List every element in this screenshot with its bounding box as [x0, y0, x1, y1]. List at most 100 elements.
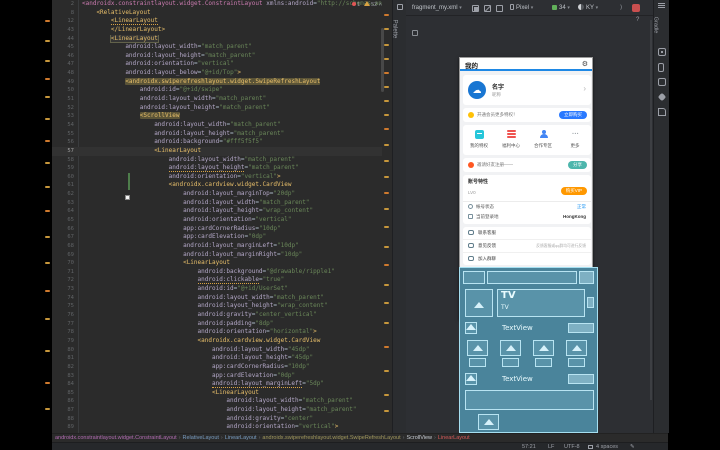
avatar[interactable]: ☁: [468, 81, 486, 99]
code-line-69[interactable]: 69 android:layout_marginRight="10dp": [52, 251, 392, 260]
line-number[interactable]: 88: [52, 415, 74, 424]
api-selector[interactable]: 34 ▾: [552, 0, 570, 16]
code-line-71[interactable]: 71 android:background="@drawable/ripple1": [52, 268, 392, 277]
code-line-56[interactable]: 56 android:background="#fff5f5f5": [52, 138, 392, 147]
file-encoding[interactable]: UTF-8: [564, 443, 580, 450]
code-line-68[interactable]: 68 android:layout_marginLeft="10dp": [52, 242, 392, 251]
blueprint-grid-label-2[interactable]: [502, 358, 519, 367]
breadcrumb-item[interactable]: androidx.constraintlayout.widget.Constra…: [55, 435, 177, 441]
line-number[interactable]: 75: [52, 302, 74, 311]
code-line-65[interactable]: 65 android:orientation="vertical": [52, 216, 392, 225]
breadcrumb[interactable]: androidx.constraintlayout.widget.Constra…: [52, 433, 668, 442]
blueprint-grid-label-4[interactable]: [568, 358, 585, 367]
blueprint-grid-imageview-3[interactable]: [533, 340, 554, 356]
preview-app-bar[interactable]: 我的 ⚙: [460, 58, 592, 71]
contact-support-row[interactable]: 联系客服: [463, 227, 591, 239]
membership-banner[interactable]: 开通会员更多特权！ 立即购买: [463, 108, 591, 122]
line-number[interactable]: 45: [52, 43, 74, 52]
device-manager-icon[interactable]: [658, 63, 664, 72]
blueprint-grid-imageview-1[interactable]: [467, 340, 488, 356]
code-line-63[interactable]: 63 android:layout_width="match_parent": [52, 199, 392, 208]
line-number[interactable]: 44: [52, 35, 74, 44]
blueprint-member-button[interactable]: [568, 323, 594, 333]
line-number[interactable]: 69: [52, 251, 74, 260]
design-preview-pane[interactable]: fragment_my.xml ▾ Pixel ▾ 34 ▾ KY ▾ ⟩ ? …: [406, 0, 653, 433]
line-number[interactable]: 48: [52, 69, 74, 78]
breadcrumb-item[interactable]: RelativeLayout: [183, 435, 219, 441]
line-number[interactable]: 84: [52, 380, 74, 389]
line-number[interactable]: 81: [52, 354, 74, 363]
caret-position[interactable]: 57:21: [522, 443, 536, 450]
code-line-89[interactable]: 89 android:orientation="vertical">: [52, 423, 392, 432]
code-line-2[interactable]: 2 <androidx.constraintlayout.widget.Const…: [52, 0, 392, 9]
buy-membership-button[interactable]: 立即购买: [559, 111, 587, 119]
line-number[interactable]: 67: [52, 233, 74, 242]
code-line-46[interactable]: 46 android:layout_height="match_parent": [52, 52, 392, 61]
gradle-icon[interactable]: [658, 48, 666, 56]
code-line-87[interactable]: 87 android:layout_height="match_parent": [52, 406, 392, 415]
code-line-8[interactable]: 8 <RelativeLayout: [52, 9, 392, 18]
code-line-61[interactable]: 61 <androidx.cardview.widget.CardView: [52, 181, 392, 190]
issues-badge[interactable]: [632, 4, 640, 12]
code-line-57[interactable]: 57 <LinearLayout: [52, 146, 392, 156]
line-number[interactable]: 47: [52, 60, 74, 69]
line-number[interactable]: 61: [52, 181, 74, 190]
blueprint-gear-box[interactable]: [579, 271, 594, 284]
breadcrumb-item[interactable]: LinearLayout: [438, 435, 470, 441]
code-line-47[interactable]: 47 android:orientation="vertical": [52, 60, 392, 69]
code-line-59[interactable]: 59 android:layout_height="match_parent": [52, 164, 392, 173]
line-number[interactable]: 63: [52, 199, 74, 208]
line-number[interactable]: 50: [52, 86, 74, 95]
line-number[interactable]: 83: [52, 372, 74, 381]
code-line-45[interactable]: 45 android:layout_width="match_parent": [52, 43, 392, 52]
code-line-49[interactable]: 49 <androidx.swiperefreshlayout.widget.Sw…: [52, 77, 392, 87]
code-line-72[interactable]: 72 android:clickable="true": [52, 276, 392, 285]
gradle-tab-label[interactable]: Gradle: [652, 17, 658, 34]
code-line-83[interactable]: 83 app:cardElevation="0dp": [52, 372, 392, 381]
line-number[interactable]: 72: [52, 276, 74, 285]
line-number[interactable]: 62: [52, 190, 74, 199]
code-line-85[interactable]: 85 <LinearLayout: [52, 389, 392, 398]
vcs-change-marker[interactable]: [128, 172, 130, 191]
code-line-73[interactable]: 73 android:id="@+id/UserSet": [52, 285, 392, 294]
line-number[interactable]: 49: [52, 78, 74, 87]
blueprint-chevron-box[interactable]: [587, 297, 594, 308]
system-ui-icon[interactable]: [496, 5, 503, 12]
blueprint-invite-imageview[interactable]: [465, 373, 477, 385]
indent-setting[interactable]: 4 spaces: [596, 443, 618, 450]
line-number[interactable]: 77: [52, 320, 74, 329]
code-line-51[interactable]: 51 android:layout_width="match_parent": [52, 95, 392, 104]
line-ending[interactable]: LF: [548, 443, 554, 450]
line-number[interactable]: 64: [52, 207, 74, 216]
running-devices-icon[interactable]: [658, 78, 666, 86]
design-scrollbar[interactable]: [650, 20, 652, 400]
join-group-row[interactable]: 加入群聊: [463, 253, 591, 265]
code-line-77[interactable]: 77 android:padding="8dp": [52, 320, 392, 329]
quick-actions-grid[interactable]: 我的特权 福利中心 合作专区 ··· 更多: [463, 125, 591, 155]
breadcrumb-item[interactable]: LinearLayout: [225, 435, 257, 441]
line-number[interactable]: 46: [52, 52, 74, 61]
line-number[interactable]: 78: [52, 328, 74, 337]
code-line-62[interactable]: 62 android:layout_marginTop="20dp": [52, 190, 392, 199]
code-line-58[interactable]: 58 android:layout_width="match_parent": [52, 156, 392, 165]
line-number[interactable]: 79: [52, 337, 74, 346]
theme-selector[interactable]: KY ▾: [578, 0, 598, 16]
file-selector[interactable]: fragment_my.xml ▾: [412, 0, 462, 16]
palette-collapsed-strip[interactable]: Palette: [391, 0, 406, 433]
line-number[interactable]: 52: [52, 104, 74, 113]
code-line-64[interactable]: 64 android:layout_height="wrap_content": [52, 207, 392, 216]
line-number[interactable]: 70: [52, 259, 74, 268]
line-number[interactable]: 58: [52, 156, 74, 165]
code-line-79[interactable]: 79 <androidx.cardview.widget.CardView: [52, 337, 392, 346]
device-selector[interactable]: Pixel ▾: [510, 0, 533, 16]
code-line-52[interactable]: 52 android:layout_height="match_parent": [52, 104, 392, 113]
code-line-80[interactable]: 80 android:layout_width="45dp": [52, 346, 392, 355]
line-number[interactable]: 86: [52, 397, 74, 406]
line-number[interactable]: 54: [52, 121, 74, 130]
blueprint-bar-box[interactable]: [487, 271, 577, 284]
line-number[interactable]: 56: [52, 138, 74, 147]
palette-label[interactable]: Palette: [391, 20, 397, 39]
buy-vip-button[interactable]: 购买VIP: [560, 187, 587, 195]
blueprint-grid-imageview-2[interactable]: [500, 340, 521, 356]
line-number[interactable]: 66: [52, 225, 74, 234]
